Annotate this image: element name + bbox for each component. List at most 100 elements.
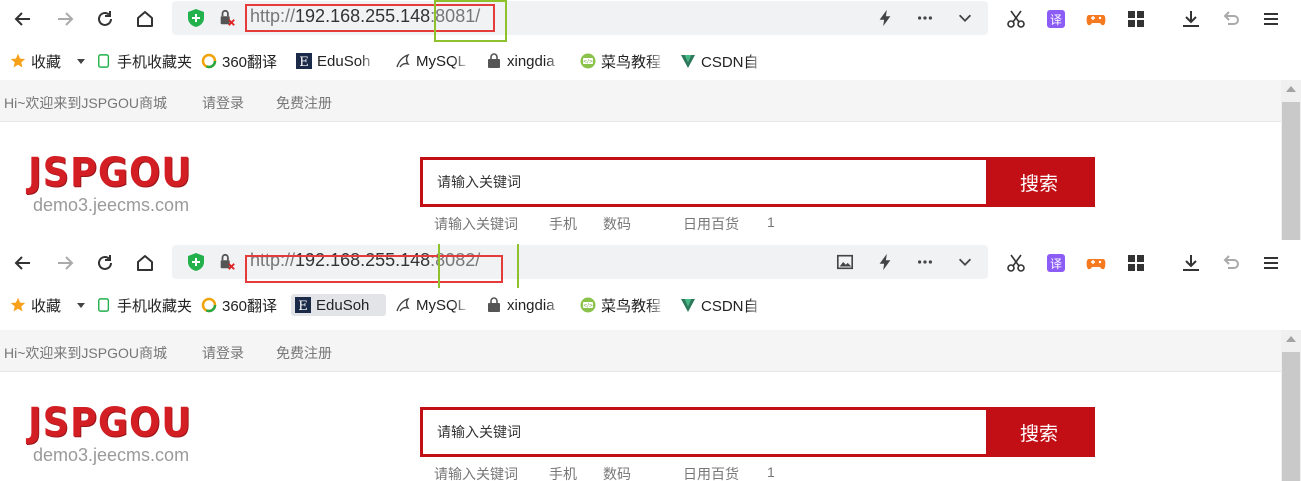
csdn-icon	[680, 297, 696, 313]
svg-text:译: 译	[1050, 257, 1062, 271]
download-icon[interactable]	[1178, 6, 1204, 32]
svg-text:</>: </>	[583, 303, 593, 309]
translate-icon[interactable]: 译	[1043, 6, 1069, 32]
image-icon[interactable]	[834, 251, 856, 273]
bookmarks-bar: 收藏 手机收藏夹 360翻译 E EduSoh MySQL xingdia </…	[0, 44, 1301, 76]
hotword-link[interactable]: 日用百货	[683, 464, 739, 481]
back-icon[interactable]	[10, 6, 36, 32]
search-box: 搜索	[420, 157, 1095, 207]
game-icon[interactable]	[1083, 250, 1109, 276]
home-icon[interactable]	[132, 250, 158, 276]
undo-icon[interactable]	[1218, 250, 1244, 276]
home-icon[interactable]	[132, 6, 158, 32]
scroll-up-icon[interactable]	[1286, 86, 1296, 92]
search-button[interactable]: 搜索	[986, 410, 1092, 454]
port-highlight-frame	[434, 0, 507, 42]
csdn-icon	[680, 53, 696, 69]
chevron-down-icon[interactable]	[954, 7, 976, 29]
star-icon	[10, 53, 26, 69]
svg-text:E: E	[299, 55, 309, 69]
register-link[interactable]: 免费注册	[276, 343, 332, 363]
mysql-icon	[395, 297, 411, 313]
browser-window-8081: http://192.168.255.148:8081/ 译 收藏 手机收藏夹 …	[0, 0, 1301, 240]
undo-icon[interactable]	[1218, 6, 1244, 32]
bookmark-collect[interactable]: 收藏	[10, 50, 61, 72]
edusoho-icon: E	[296, 53, 312, 69]
apps-icon[interactable]	[1123, 6, 1149, 32]
site-logo[interactable]: JSPGOU demo3.jeecms.com	[28, 403, 206, 466]
scissors-icon[interactable]	[1003, 250, 1029, 276]
hotword-link[interactable]: 数码	[603, 464, 631, 481]
xingdian-icon	[486, 53, 502, 69]
hotword-link[interactable]: 数码	[603, 214, 631, 234]
bookmark-xingdian[interactable]: xingdia	[486, 294, 564, 316]
shield-icon[interactable]	[186, 8, 206, 28]
hotword-link[interactable]: 请输入关键词	[434, 464, 518, 481]
menu-icon[interactable]	[1258, 250, 1284, 276]
chevron-down-icon[interactable]	[76, 294, 86, 316]
chevron-down-icon[interactable]	[76, 50, 86, 72]
reload-icon[interactable]	[92, 6, 118, 32]
bookmark-mysql[interactable]: MySQL	[395, 50, 471, 72]
bookmark-mysql[interactable]: MySQL	[395, 294, 471, 316]
svg-text:E: E	[298, 299, 308, 313]
edusoho-icon: E	[295, 297, 311, 313]
menu-icon[interactable]	[1258, 6, 1284, 32]
vertical-scrollbar[interactable]	[1281, 330, 1301, 481]
welcome-text: Hi~欢迎来到JSPGOU商城	[4, 95, 167, 111]
bookmarks-bar: 收藏 手机收藏夹 360翻译 E EduSoh MySQL xingdia </…	[0, 288, 1301, 320]
hotword-link[interactable]: 手机	[549, 214, 577, 234]
shield-icon[interactable]	[186, 252, 206, 272]
search-input[interactable]	[423, 160, 988, 204]
download-icon[interactable]	[1178, 250, 1204, 276]
more-icon[interactable]	[914, 7, 936, 29]
scroll-up-icon[interactable]	[1286, 336, 1296, 342]
login-link[interactable]: 请登录	[202, 93, 244, 113]
register-link[interactable]: 免费注册	[276, 93, 332, 113]
bookmark-runoob[interactable]: </> 菜鸟教程	[580, 294, 666, 316]
search-input[interactable]	[423, 410, 988, 454]
hotword-link[interactable]: 1	[767, 464, 775, 480]
bookmark-phone[interactable]: 手机收藏夹	[96, 50, 192, 72]
hotword-link[interactable]: 日用百货	[683, 214, 739, 234]
hotword-link[interactable]: 1	[767, 214, 775, 230]
scroll-thumb[interactable]	[1282, 102, 1300, 240]
search-button[interactable]: 搜索	[986, 160, 1092, 204]
back-icon[interactable]	[10, 250, 36, 276]
hotword-link[interactable]: 请输入关键词	[434, 214, 518, 234]
more-icon[interactable]	[914, 251, 936, 273]
forward-icon[interactable]	[52, 6, 78, 32]
bookmark-edusoho[interactable]: E EduSoh	[291, 294, 386, 316]
lightning-icon[interactable]	[874, 7, 896, 29]
apps-icon[interactable]	[1123, 250, 1149, 276]
bookmark-360-translate[interactable]: 360翻译	[201, 50, 277, 72]
forward-icon[interactable]	[52, 250, 78, 276]
site-logo[interactable]: JSPGOU demo3.jeecms.com	[28, 153, 206, 216]
bookmark-csdn[interactable]: CSDN自	[680, 50, 766, 72]
hotword-link[interactable]: 手机	[549, 464, 577, 481]
bookmark-collect[interactable]: 收藏	[10, 294, 61, 316]
chevron-down-icon[interactable]	[954, 251, 976, 273]
translate-360-icon	[201, 297, 217, 313]
login-link[interactable]: 请登录	[202, 343, 244, 363]
game-icon[interactable]	[1083, 6, 1109, 32]
star-icon	[10, 297, 26, 313]
bookmark-csdn[interactable]: CSDN自	[680, 294, 766, 316]
scroll-thumb[interactable]	[1282, 352, 1300, 481]
bookmark-runoob[interactable]: </> 菜鸟教程	[580, 50, 666, 72]
scissors-icon[interactable]	[1003, 6, 1029, 32]
bookmark-phone[interactable]: 手机收藏夹	[96, 294, 192, 316]
reload-icon[interactable]	[92, 250, 118, 276]
bookmark-xingdian[interactable]: xingdia	[486, 50, 564, 72]
bookmark-360-translate[interactable]: 360翻译	[201, 294, 277, 316]
phone-icon	[96, 53, 112, 69]
browser-toolbar: http://192.168.255.148:8082/ 译	[0, 244, 1301, 297]
translate-icon[interactable]: 译	[1043, 250, 1069, 276]
insecure-lock-icon[interactable]	[218, 9, 236, 27]
lightning-icon[interactable]	[874, 251, 896, 273]
vertical-scrollbar[interactable]	[1281, 80, 1301, 240]
svg-text:译: 译	[1050, 13, 1062, 27]
insecure-lock-icon[interactable]	[218, 253, 236, 271]
bookmark-edusoho[interactable]: E EduSoh	[296, 50, 378, 72]
runoob-icon: </>	[580, 297, 596, 313]
